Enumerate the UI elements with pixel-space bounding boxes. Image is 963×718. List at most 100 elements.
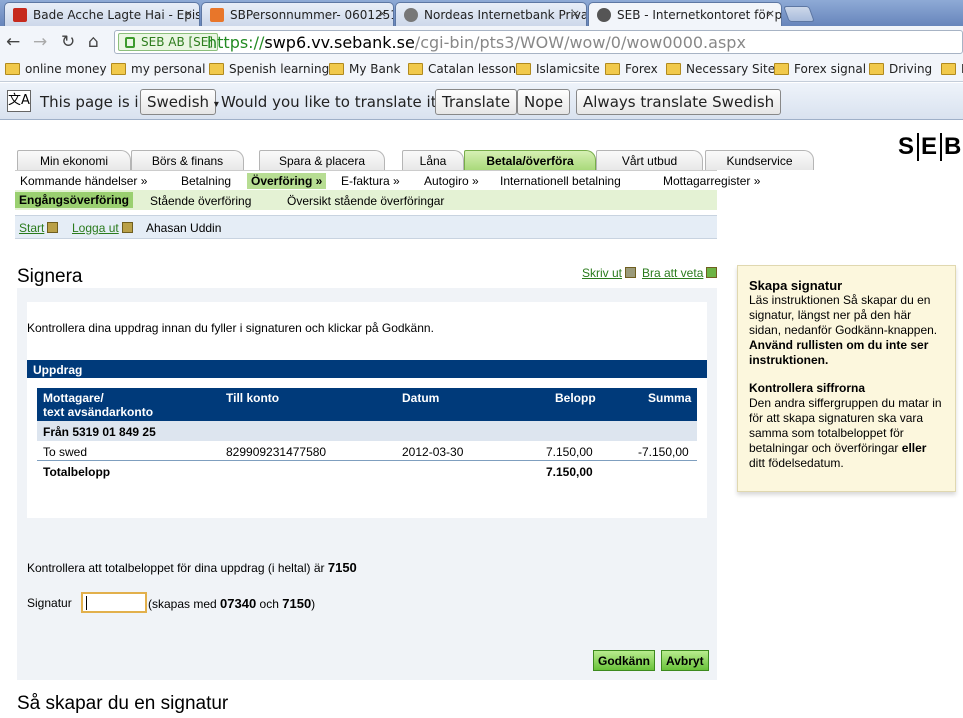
subnav-betalning[interactable]: Betalning [181, 174, 231, 188]
cell-to-account: 829909231477580 [226, 445, 327, 459]
translate-button[interactable]: Translate [435, 89, 518, 115]
bookmark-item[interactable]: Forex signal [774, 62, 866, 76]
sidebox-text-2: Den andra siffergruppen du matar in för … [749, 396, 945, 471]
bookmark-item[interactable]: Forex [605, 62, 658, 76]
address-bar[interactable]: SEB AB [SE] https://swp6.vv.sebank.se/cg… [114, 30, 963, 54]
tab-label: Spara & placera [278, 154, 366, 168]
browser-tab[interactable]: Nordeas Internetbank Privat × [395, 2, 587, 26]
bookmark-item[interactable]: online money [5, 62, 107, 76]
browser-tab[interactable]: SBPersonnummer- 0601251 × [201, 2, 394, 26]
tab-lana[interactable]: Låna [402, 150, 464, 170]
forward-arrow-icon[interactable]: → [33, 32, 47, 52]
uppdrag-table: Mottagare/ text avsändarkonto Till konto… [37, 388, 697, 481]
subnav-kommande[interactable]: Kommande händelser » [20, 174, 147, 188]
col-header-amount: Belopp [555, 391, 596, 405]
close-icon[interactable]: × [766, 7, 775, 20]
info-link[interactable]: Bra att veta [642, 266, 703, 280]
translate-prefix: This page is in [40, 93, 149, 111]
start-link[interactable]: Start [19, 221, 44, 235]
tab-kundservice[interactable]: Kundservice [705, 150, 814, 170]
close-icon[interactable]: × [378, 7, 387, 20]
bookmark-item[interactable]: my personal [111, 62, 205, 76]
bookmark-item[interactable]: N [941, 62, 963, 76]
bookmark-label: Islamicsite [536, 62, 600, 76]
info-icon [706, 267, 718, 278]
url-scheme: https:// [207, 33, 265, 52]
folder-icon [329, 63, 344, 75]
cancel-button[interactable]: Avbryt [661, 650, 709, 671]
translate-icon: 文A [7, 90, 31, 112]
tab-label: Betala/överföra [486, 154, 574, 168]
bookmark-item[interactable]: Driving [869, 62, 932, 76]
blogger-icon [210, 8, 224, 22]
bookmark-item[interactable]: My Bank [329, 62, 400, 76]
print-link-wrap[interactable]: Skriv ut [582, 266, 637, 280]
table-row: To swed 829909231477580 2012-03-30 7.150… [37, 441, 697, 461]
start-link-wrap[interactable]: Start [19, 221, 59, 235]
always-translate-button[interactable]: Always translate Swedish [576, 89, 782, 115]
sidebox-text: Läs instruktionen Så skapar du en signat… [749, 293, 938, 337]
bookmark-item[interactable]: Islamicsite [516, 62, 600, 76]
tab-spara-placera[interactable]: Spara & placera [259, 150, 385, 170]
bookmark-label: Driving [889, 62, 933, 76]
check-total-text: Kontrollera att totalbeloppet för dina u… [27, 560, 357, 575]
sig-hint-and: och [259, 597, 279, 611]
globe-icon [404, 8, 418, 22]
security-badge-label: SEB AB [SE] [141, 35, 214, 49]
page-title: Signera [17, 266, 83, 287]
subnav-staende[interactable]: Stående överföring [150, 194, 251, 208]
bookmark-item[interactable]: Catalan lesson [408, 62, 516, 76]
info-link-wrap[interactable]: Bra att veta [642, 266, 718, 280]
logo-letter: E [917, 133, 938, 161]
sig-hint-prefix: (skapas med [148, 597, 217, 611]
subnav-overforing[interactable]: Överföring » [247, 173, 327, 189]
tab-betala-overfora[interactable]: Betala/överföra [464, 150, 596, 170]
bookmark-label: Forex [625, 62, 658, 76]
url-path: /cgi-bin/pts3/WOW/wow/0/wow0000.aspx [414, 33, 746, 52]
total-amount: 7.150,00 [546, 465, 593, 479]
language-select[interactable]: Swedish ▾ [140, 89, 219, 115]
subnav-secondary: Engångsöverföring Stående överföring Öve… [15, 190, 717, 210]
browser-tab-strip: Bade Acche Lagte Hai - Epis × SBPersonnu… [0, 0, 963, 27]
printer-icon [625, 267, 637, 278]
logout-link[interactable]: Logga ut [72, 221, 119, 235]
close-icon[interactable]: × [184, 7, 193, 20]
subnav-mottagarregister[interactable]: Mottagarregister » [663, 174, 760, 188]
close-icon[interactable]: × [571, 7, 580, 20]
signature-input[interactable] [81, 592, 147, 613]
subnav-internationell[interactable]: Internationell betalning [500, 174, 621, 188]
security-badge[interactable]: SEB AB [SE] [118, 33, 219, 51]
bookmark-item[interactable]: Spenish learning [209, 62, 329, 76]
bookmark-label: My Bank [349, 62, 401, 76]
tab-vart-utbud[interactable]: Vårt utbud [596, 150, 703, 170]
table-header: Mottagare/ text avsändarkonto Till konto… [37, 388, 697, 421]
logout-link-wrap[interactable]: Logga ut [72, 221, 133, 235]
translate-bar: 文A This page is in Swedish ▾ Would you l… [0, 83, 963, 120]
browser-tab[interactable]: Bade Acche Lagte Hai - Epis × [4, 2, 200, 26]
check-total-label: Kontrollera att totalbeloppet för dina u… [27, 561, 325, 575]
folder-icon [941, 63, 956, 75]
sign-panel: Kontrollera dina uppdrag innan du fyller… [17, 288, 717, 680]
cell-recipient: To swed [43, 445, 88, 459]
sidebox-text-2-bold: eller [901, 441, 927, 455]
subnav-oversikt[interactable]: Översikt stående överföringar [287, 194, 444, 208]
nope-button[interactable]: Nope [517, 89, 571, 115]
back-arrow-icon[interactable]: ← [6, 32, 20, 52]
bookmark-item[interactable]: Necessary Site [666, 62, 775, 76]
home-icon[interactable]: ⌂ [88, 32, 99, 52]
tab-bors-finans[interactable]: Börs & finans [131, 150, 244, 170]
browser-tab-title: Nordeas Internetbank Privat [424, 8, 587, 22]
tab-min-ekonomi[interactable]: Min ekonomi [17, 150, 131, 170]
subnav-efaktura[interactable]: E-faktura » [341, 174, 400, 188]
reload-icon[interactable]: ↻ [61, 32, 75, 52]
browser-tab-active[interactable]: SEB - Internetkontoret för p × [588, 2, 782, 27]
bookmark-label: online money [25, 62, 107, 76]
subnav-engangsoverforing[interactable]: Engångsöverföring [15, 192, 134, 208]
print-link[interactable]: Skriv ut [582, 266, 622, 280]
new-tab-button[interactable] [783, 6, 815, 22]
subnav-primary: Kommande händelser » Betalning Överförin… [15, 170, 760, 190]
subnav-autogiro[interactable]: Autogiro » [424, 174, 479, 188]
col-header-date: Datum [402, 391, 440, 405]
uppdrag-heading: Uppdrag [27, 360, 707, 378]
approve-button[interactable]: Godkänn [593, 650, 656, 671]
